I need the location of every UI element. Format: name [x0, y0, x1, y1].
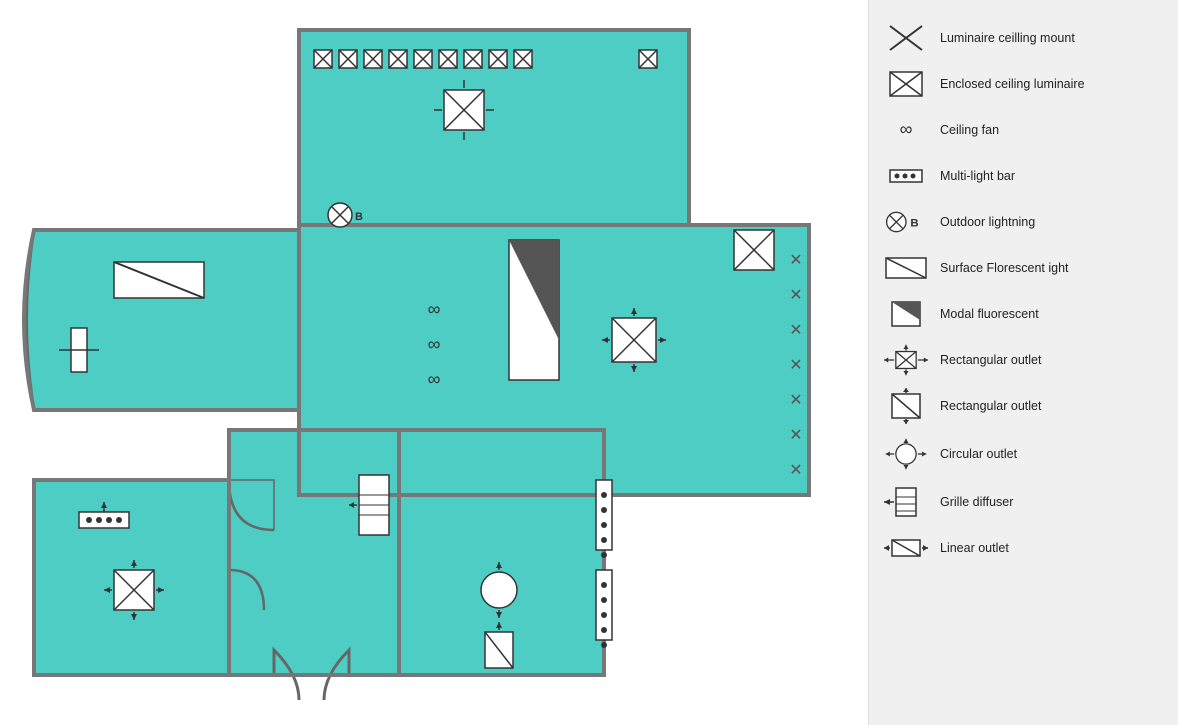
- linear-outlet-label: Linear outlet: [940, 540, 1009, 556]
- legend: Luminaire ceilling mount Enclosed ceilin…: [868, 0, 1178, 725]
- surface-florescent-label: Surface Florescent ight: [940, 260, 1069, 276]
- legend-item-rectangular-outlet-1: Rectangular outlet: [884, 342, 1163, 378]
- modal-fluorescent-icon: [884, 300, 928, 328]
- rectangular-outlet-2-label: Rectangular outlet: [940, 398, 1041, 414]
- svg-text:B: B: [910, 217, 918, 229]
- linear-outlet-icon: [884, 534, 928, 562]
- legend-item-linear-outlet: Linear outlet: [884, 530, 1163, 566]
- ceiling-fan-icon: ∞: [884, 120, 928, 140]
- svg-text:✕: ✕: [789, 252, 802, 269]
- rectangular-outlet-1-icon: [884, 342, 928, 378]
- ceiling-fan-label: Ceiling fan: [940, 122, 999, 138]
- outdoor-lightning-label: Outdoor lightning: [940, 214, 1035, 230]
- luminaire-ceiling-icon: [884, 24, 928, 52]
- grille-diffuser-label: Grille diffuser: [940, 494, 1013, 510]
- svg-text:✕: ✕: [789, 462, 802, 479]
- legend-item-multi-light-bar: Multi-light bar: [884, 158, 1163, 194]
- legend-item-ceiling-fan: ∞ Ceiling fan: [884, 112, 1163, 148]
- svg-text:✕: ✕: [789, 357, 802, 374]
- floor-plan: .room-fill { fill: #4ecdc4; stroke: #666…: [0, 0, 868, 725]
- grille-diffuser-icon: [884, 484, 928, 520]
- svg-text:✕: ✕: [789, 287, 802, 304]
- enclosed-ceiling-icon: [884, 70, 928, 98]
- outdoor-lightning-icon: B: [884, 208, 928, 236]
- circular-outlet-icon: [884, 434, 928, 474]
- svg-text:✕: ✕: [789, 427, 802, 444]
- legend-item-surface-florescent: Surface Florescent ight: [884, 250, 1163, 286]
- svg-text:✕: ✕: [789, 392, 802, 409]
- luminaire-ceiling-label: Luminaire ceilling mount: [940, 30, 1075, 46]
- circular-outlet-label: Circular outlet: [940, 446, 1017, 462]
- legend-item-luminaire-ceiling: Luminaire ceilling mount: [884, 20, 1163, 56]
- rectangular-outlet-1-label: Rectangular outlet: [940, 352, 1041, 368]
- surface-florescent-icon: [884, 256, 928, 280]
- legend-item-modal-fluorescent: Modal fluorescent: [884, 296, 1163, 332]
- svg-text:∞: ∞: [428, 369, 441, 389]
- modal-fluorescent-label: Modal fluorescent: [940, 306, 1039, 322]
- main-container: .room-fill { fill: #4ecdc4; stroke: #666…: [0, 0, 1178, 725]
- svg-text:∞: ∞: [428, 299, 441, 319]
- legend-item-rectangular-outlet-2: Rectangular outlet: [884, 388, 1163, 424]
- legend-item-outdoor-lightning: B Outdoor lightning: [884, 204, 1163, 240]
- svg-text:∞: ∞: [900, 120, 913, 139]
- svg-text:B: B: [355, 211, 363, 223]
- rectangular-outlet-2-icon: [884, 388, 928, 424]
- legend-item-grille-diffuser: Grille diffuser: [884, 484, 1163, 520]
- multi-light-bar-icon: [884, 162, 928, 190]
- multi-light-bar-label: Multi-light bar: [940, 168, 1015, 184]
- svg-text:∞: ∞: [428, 334, 441, 354]
- legend-item-circular-outlet: Circular outlet: [884, 434, 1163, 474]
- legend-item-enclosed-ceiling: Enclosed ceiling luminaire: [884, 66, 1163, 102]
- enclosed-ceiling-label: Enclosed ceiling luminaire: [940, 76, 1085, 92]
- svg-text:✕: ✕: [789, 322, 802, 339]
